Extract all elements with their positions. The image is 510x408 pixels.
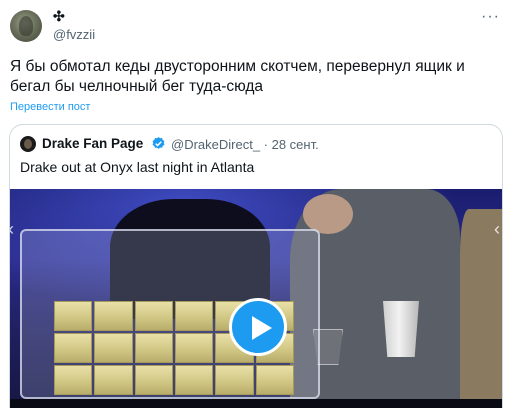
hand — [303, 194, 353, 234]
quoted-handle-time[interactable]: @DrakeDirect_ · 28 сент. — [171, 137, 319, 152]
quoted-tweet-card[interactable]: Drake Fan Page @DrakeDirect_ · 28 сент. … — [9, 124, 503, 408]
glass — [313, 329, 343, 365]
display-name[interactable]: ✣ — [53, 8, 65, 25]
verified-badge-icon — [152, 136, 165, 149]
counter-surface — [10, 399, 502, 408]
quoted-display-name[interactable]: Drake Fan Page — [42, 136, 143, 151]
tweet-text: Я бы обмотал кеды двусторонним скотчем, … — [10, 58, 465, 95]
cash-stacks — [54, 365, 294, 395]
quoted-tweet-text: Drake out at Onyx last night in Atlanta — [20, 159, 255, 175]
play-button[interactable] — [229, 298, 287, 356]
play-icon — [252, 316, 272, 340]
avatar[interactable] — [10, 10, 42, 42]
more-options-button[interactable]: ··· — [481, 8, 500, 26]
translate-post-link[interactable]: Перевести пост — [10, 101, 90, 113]
media-next-icon[interactable]: ‹ — [494, 219, 500, 240]
quoted-avatar[interactable] — [20, 136, 36, 152]
video-thumbnail[interactable]: ‹ ‹ — [10, 189, 502, 408]
media-prev-icon[interactable]: ‹ — [10, 219, 14, 240]
user-handle[interactable]: @fvzzii — [53, 27, 95, 42]
silver-cup — [383, 301, 419, 357]
